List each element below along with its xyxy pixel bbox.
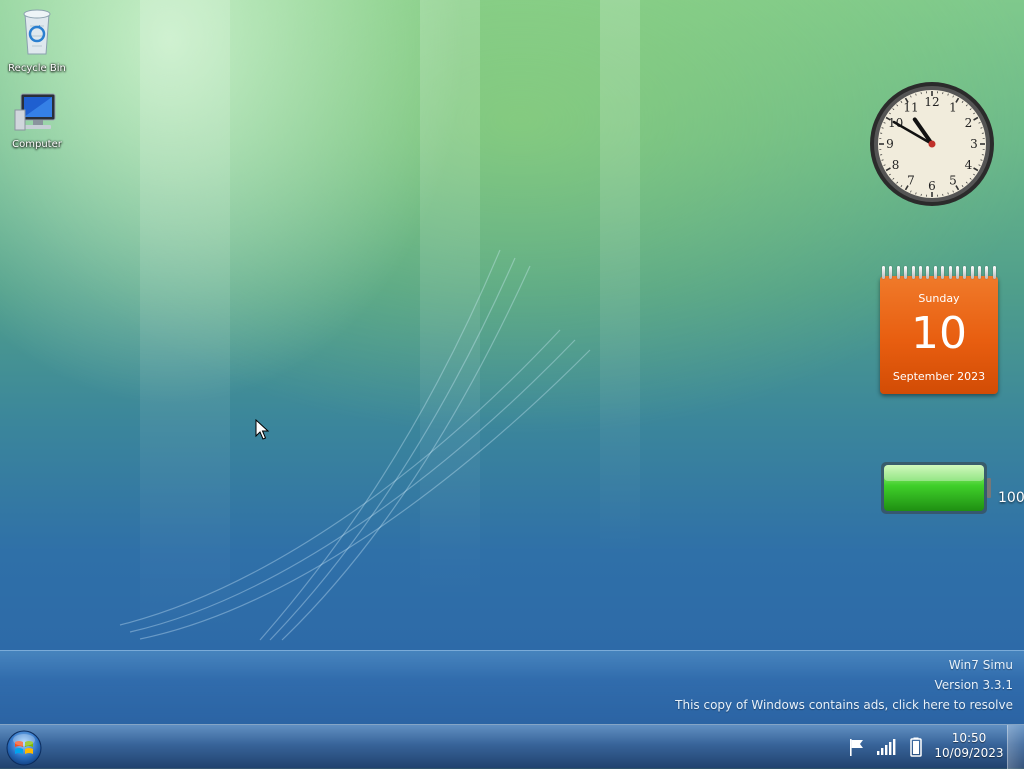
- battery-icon[interactable]: [906, 737, 926, 757]
- desktop-icon-label: Recycle Bin: [1, 63, 73, 74]
- clock-numeral: 3: [970, 137, 978, 151]
- battery-percent-label: 100: [998, 490, 1024, 506]
- recycle-bin-icon: [17, 6, 57, 58]
- clock-numeral: 6: [928, 179, 936, 193]
- calendar-month-year: September 2023: [880, 370, 998, 383]
- desktop-icon-recycle-bin[interactable]: Recycle Bin: [1, 6, 73, 74]
- clock-numeral: 9: [886, 137, 894, 151]
- calendar-date: 10: [880, 310, 998, 358]
- taskbar: 10:50 10/09/2023: [0, 724, 1024, 769]
- analog-clock-face: 121234567891011: [869, 81, 995, 207]
- clock-numeral: 4: [965, 158, 973, 172]
- clock-numeral: 7: [907, 173, 915, 187]
- calendar-rings: [882, 266, 996, 280]
- calendar-day-name: Sunday: [880, 292, 998, 305]
- clock-numeral: 1: [949, 101, 957, 115]
- clock-numeral: 12: [924, 95, 939, 109]
- watermark-version: Version 3.3.1: [675, 675, 1013, 695]
- watermark-ads-notice[interactable]: This copy of Windows contains ads, click…: [675, 695, 1013, 715]
- calendar-gadget[interactable]: Sunday 10 September 2023: [880, 266, 998, 394]
- clock-numeral: 5: [949, 173, 957, 187]
- windows-orb-icon[interactable]: [6, 730, 42, 766]
- network-signal-icon[interactable]: [876, 737, 896, 757]
- taskbar-date: 10/09/2023: [930, 746, 1008, 761]
- calendar-page: Sunday 10 September 2023: [880, 276, 998, 394]
- desktop-icon-label: Computer: [1, 139, 73, 150]
- clock-numeral: 2: [965, 116, 973, 130]
- taskbar-clock[interactable]: 10:50 10/09/2023: [930, 731, 1008, 761]
- computer-icon: [13, 92, 61, 134]
- activation-watermark[interactable]: Win7 Simu Version 3.3.1 This copy of Win…: [675, 655, 1013, 715]
- watermark-app-name: Win7 Simu: [675, 655, 1013, 675]
- battery-gadget[interactable]: [880, 460, 992, 516]
- mouse-cursor-icon: [255, 419, 269, 441]
- clock-numeral: 11: [903, 101, 918, 115]
- battery-meter-icon: [880, 460, 992, 516]
- desktop-icon-computer[interactable]: Computer: [1, 92, 73, 150]
- clock-numeral: 8: [892, 158, 900, 172]
- taskbar-time: 10:50: [930, 731, 1008, 746]
- show-desktop-button[interactable]: [1007, 725, 1024, 769]
- action-center-flag-icon[interactable]: [847, 737, 867, 757]
- clock-gadget[interactable]: 121234567891011: [869, 81, 995, 207]
